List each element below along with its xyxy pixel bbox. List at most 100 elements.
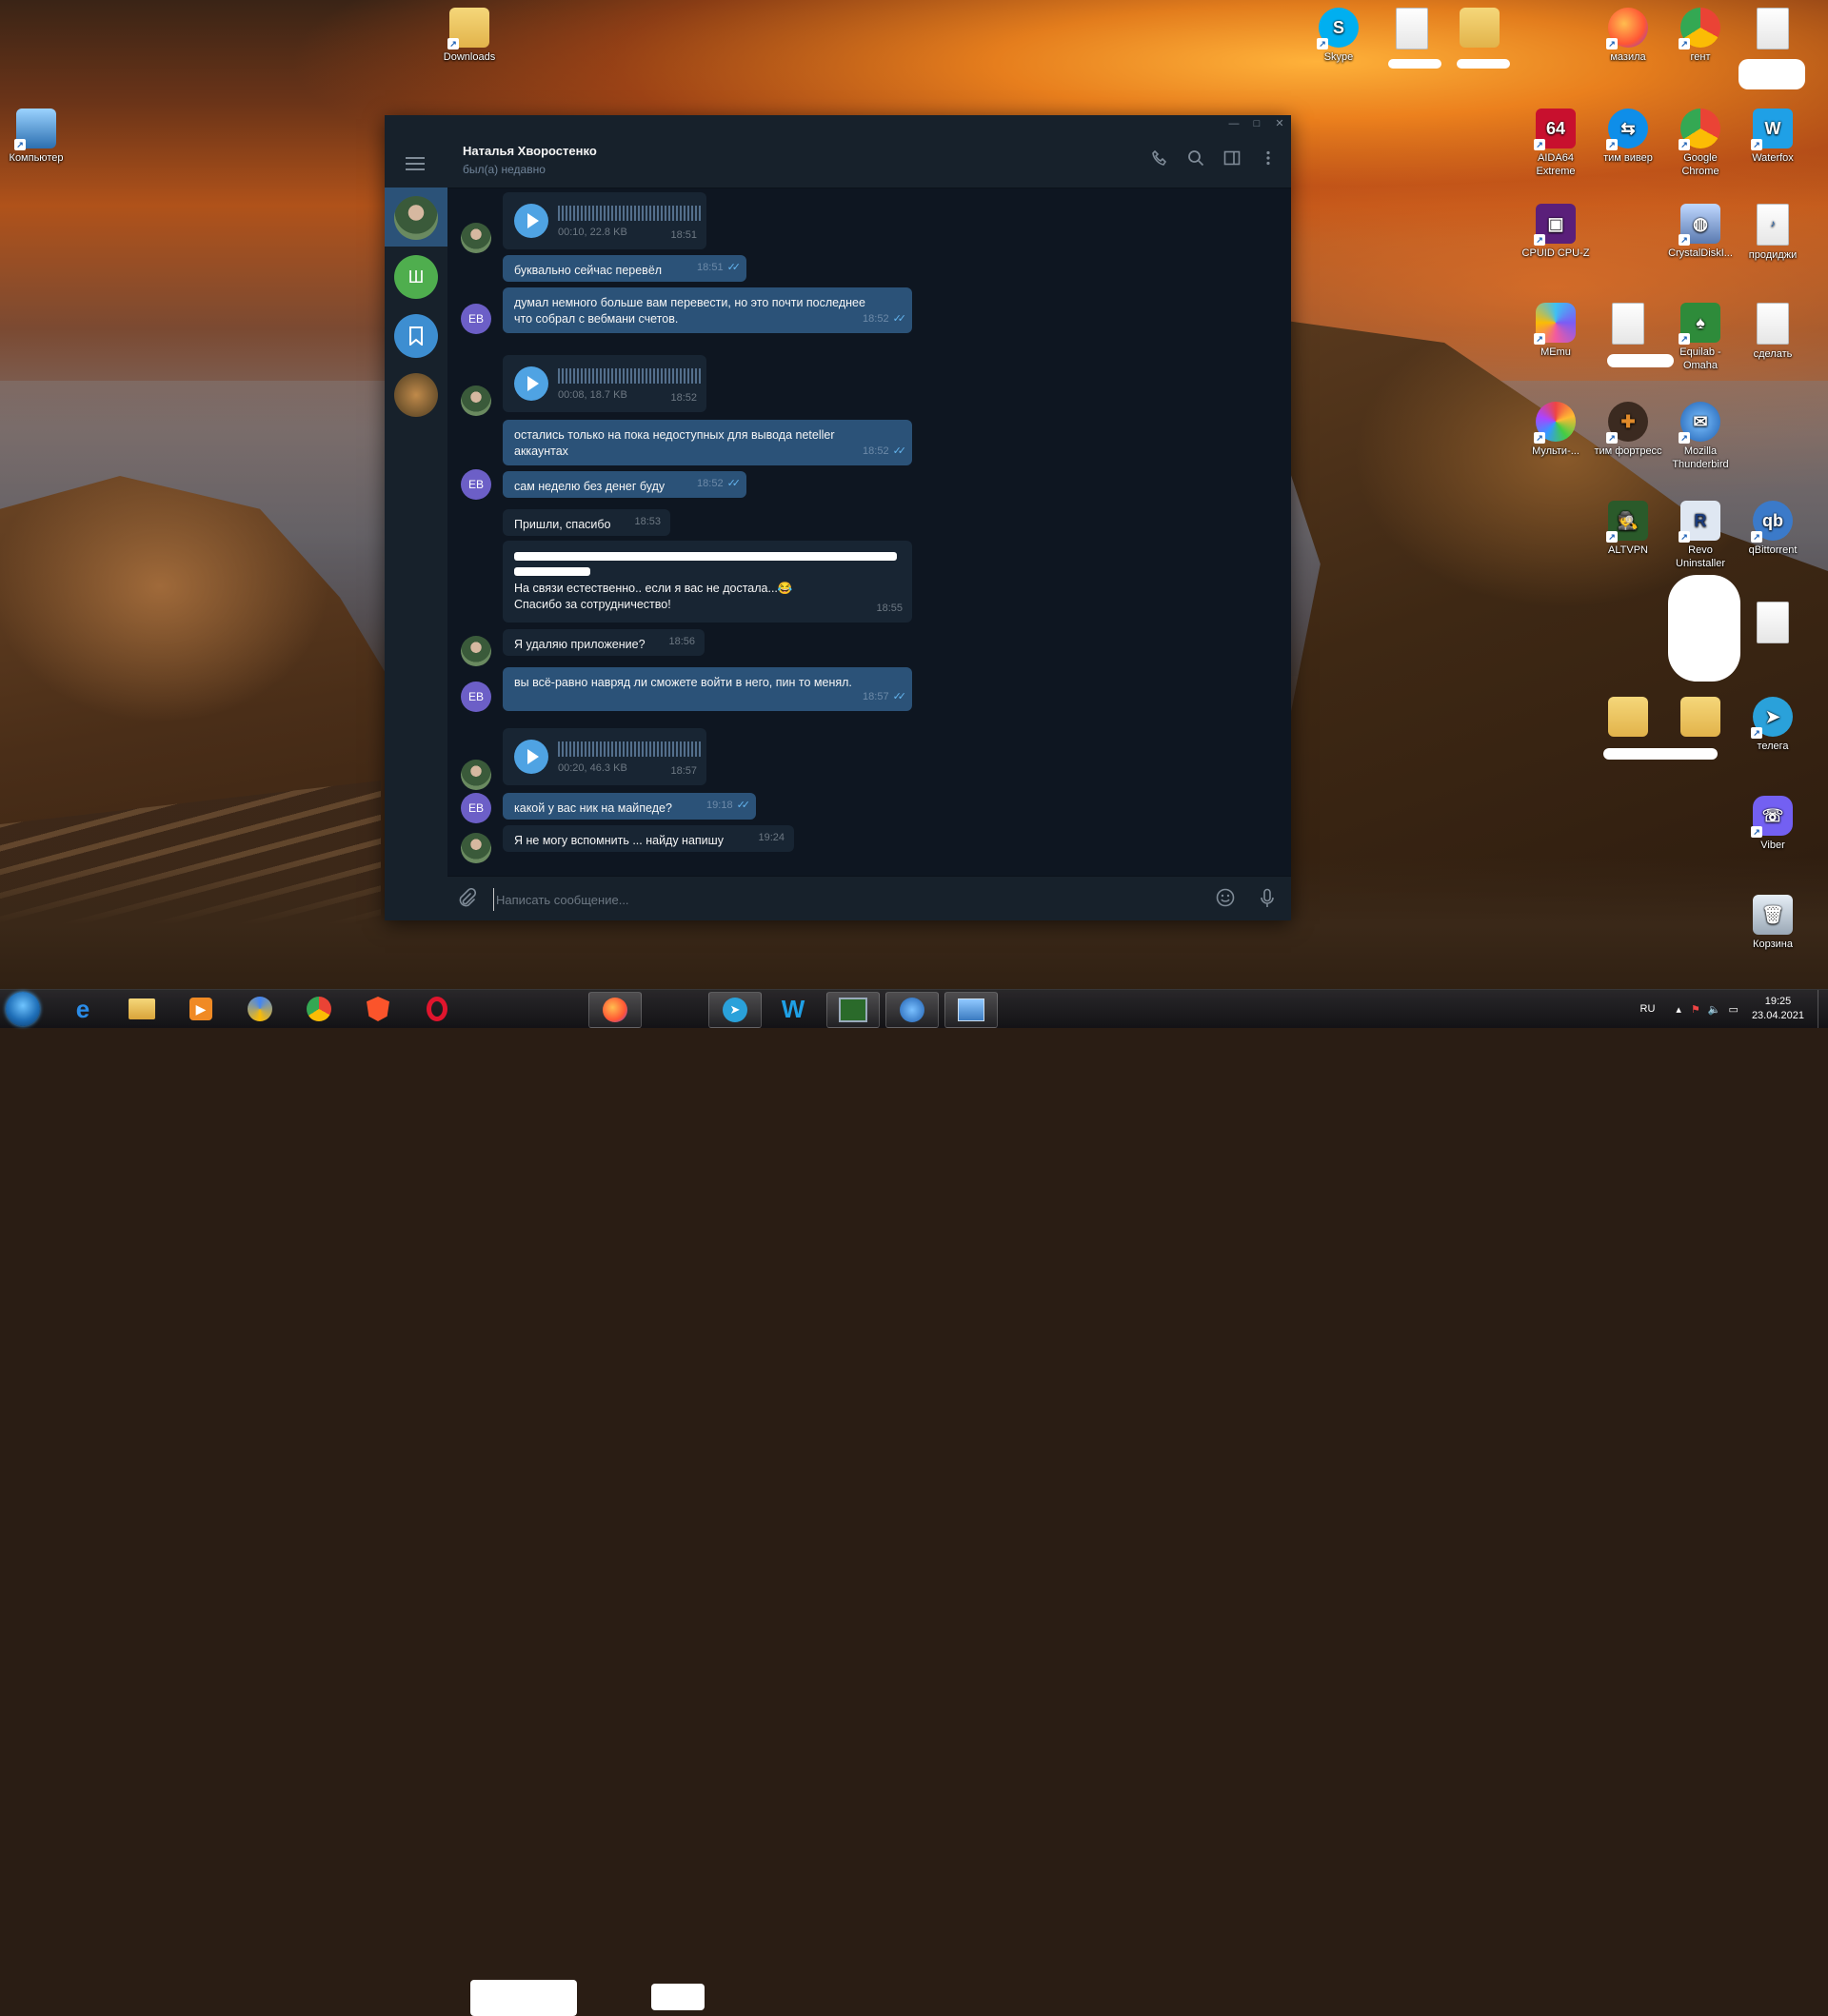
desktop-icon-firefox[interactable]: ↗ мазила: [1592, 8, 1664, 64]
chrome-icon: ↗: [1679, 8, 1720, 49]
waterfox-icon[interactable]: W: [767, 992, 819, 1026]
show-desktop-button[interactable]: [1818, 990, 1828, 1028]
redaction-mark: [514, 567, 590, 576]
desktop-icon-teamviewer[interactable]: ⇆ ↗ тим вивер: [1592, 109, 1664, 165]
message-bubble[interactable]: буквально сейчас перевёл 18:51 ✓✓: [503, 255, 746, 282]
chrome-canary-icon[interactable]: [234, 992, 286, 1026]
search-icon[interactable]: [1186, 149, 1205, 168]
desktop-icon-tf2[interactable]: ✚ ↗ тим фортресс: [1592, 402, 1664, 458]
message-bubble[interactable]: На связи естественно.. если я вас не дос…: [503, 541, 912, 623]
desktop-icon-altvpn[interactable]: 🕵 ↗ ALTVPN: [1592, 501, 1664, 557]
firefox-icon[interactable]: [588, 992, 642, 1028]
sidebar-toggle-icon[interactable]: [1222, 149, 1242, 168]
hamburger-menu-icon[interactable]: [406, 157, 425, 170]
language-indicator[interactable]: RU: [1640, 1003, 1656, 1015]
desktop-icon-telega[interactable]: ➤ ↗ телега: [1737, 697, 1809, 753]
attach-icon[interactable]: [457, 887, 478, 909]
thunderbird-icon[interactable]: [885, 992, 939, 1028]
desktop-icon-folder-2[interactable]: [1592, 697, 1664, 740]
telegram-icon[interactable]: ➤: [708, 992, 762, 1028]
desktop-icon-file-3[interactable]: [1592, 303, 1664, 347]
desktop-icon-revo[interactable]: R ↗ Revo Uninstaller: [1664, 501, 1737, 570]
action-center-icon[interactable]: ⚑: [1691, 1003, 1700, 1016]
waveform[interactable]: [558, 741, 701, 757]
desktop-icon-file-2[interactable]: [1737, 8, 1809, 52]
sidebar-chat-2[interactable]: Ш: [385, 247, 447, 306]
message-bubble[interactable]: какой у вас ник на майпеде? 19:18 ✓✓: [503, 793, 756, 820]
mp3-icon: ♪: [1757, 204, 1789, 246]
desktop-icon-file-4[interactable]: [1737, 602, 1809, 646]
brave-icon[interactable]: [352, 992, 404, 1026]
microphone-icon[interactable]: [1257, 888, 1278, 909]
contact-name[interactable]: Наталья Хворостенко: [463, 144, 597, 158]
desktop-icon-gent[interactable]: ↗ гент: [1664, 8, 1737, 64]
message-bubble[interactable]: вы всё-равно навряд ли сможете войти в н…: [503, 667, 912, 711]
phone-icon[interactable]: [1150, 149, 1169, 168]
network-icon[interactable]: ▭: [1729, 1003, 1739, 1016]
media-player-icon[interactable]: ▶: [175, 992, 227, 1026]
desktop-icon-folder-1[interactable]: [1443, 8, 1516, 50]
ie-icon[interactable]: e: [57, 992, 109, 1026]
desktop-icon-viber[interactable]: ☏ ↗ Viber: [1737, 796, 1809, 852]
sidebar-chat-4[interactable]: [385, 365, 447, 424]
play-button[interactable]: [514, 366, 548, 401]
desktop-icon-folder-3[interactable]: [1664, 697, 1737, 740]
desktop-icon-memu[interactable]: ↗ MEmu: [1520, 303, 1592, 359]
redaction-mark: [514, 552, 897, 561]
message-bubble[interactable]: Пришли, спасибо 18:53: [503, 509, 670, 536]
message-bubble[interactable]: остались только на пока недоступных для …: [503, 420, 912, 465]
play-button[interactable]: [514, 204, 548, 238]
desktop-icon-computer[interactable]: ↗ Компьютер: [0, 109, 72, 165]
desktop-icon-recycle-bin[interactable]: 🗑 Корзина: [1737, 895, 1809, 951]
taskbar: e ▶ ➤ W RU ▴ ⚑ 🔈 ▭ 19:25 23.04.2021: [0, 989, 1828, 2016]
message-bubble[interactable]: думал немного больше вам перевести, но э…: [503, 287, 912, 333]
volume-icon[interactable]: 🔈: [1708, 1003, 1721, 1016]
voice-message[interactable]: 00:08, 18.7 KB 18:52: [503, 355, 706, 412]
opera-icon[interactable]: [411, 992, 463, 1026]
sidebar-chat-saved[interactable]: [385, 306, 447, 365]
waveform[interactable]: [558, 206, 701, 221]
desktop-icon-aida64[interactable]: 64 ↗ AIDA64 Extreme: [1520, 109, 1592, 178]
desktop-icon-qbittorrent[interactable]: qb ↗ qBittorrent: [1737, 501, 1809, 557]
task-manager-icon[interactable]: [826, 992, 880, 1028]
desktop-icon-sdelat[interactable]: сделать: [1737, 303, 1809, 361]
cpuz-icon: ▣ ↗: [1534, 204, 1576, 246]
start-button[interactable]: [6, 992, 40, 1026]
message-bubble[interactable]: Я удаляю приложение? 18:56: [503, 629, 705, 656]
qbittorrent-icon: qb ↗: [1751, 501, 1793, 543]
voice-message[interactable]: 00:10, 22.8 KB 18:51: [503, 192, 706, 249]
minimize-button[interactable]: —: [1222, 115, 1245, 132]
desktop-icon-thunderbird[interactable]: ✉ ↗ Mozilla Thunderbird: [1664, 402, 1737, 471]
desktop-icon-cpuz[interactable]: ▣ ↗ CPUID CPU-Z: [1520, 204, 1592, 260]
image-viewer-icon[interactable]: [944, 992, 998, 1028]
emoji-icon[interactable]: [1215, 888, 1236, 909]
explorer-icon[interactable]: [116, 992, 168, 1026]
message-input[interactable]: [493, 888, 1031, 911]
teamviewer-icon: ⇆ ↗: [1606, 109, 1648, 150]
desktop-icon-mp3[interactable]: ♪ продиджи: [1737, 204, 1809, 262]
desktop-icon-google-chrome[interactable]: ↗ Google Chrome: [1664, 109, 1737, 178]
more-options-icon[interactable]: [1259, 149, 1278, 168]
play-button[interactable]: [514, 740, 548, 774]
clock[interactable]: 19:25 23.04.2021: [1752, 995, 1804, 1023]
maximize-button[interactable]: □: [1245, 115, 1268, 132]
desktop-icon-crystaldisk[interactable]: ◍ ↗ CrystalDiskI...: [1664, 204, 1737, 260]
desktop-icon-downloads[interactable]: ↗ Downloads: [433, 8, 506, 64]
avatar: [461, 833, 491, 863]
folder-icon: [1680, 697, 1720, 737]
message-bubble[interactable]: Я не могу вспомнить ... найду напишу 19:…: [503, 825, 794, 852]
desktop-icon-skype[interactable]: S ↗ Skype: [1302, 8, 1375, 64]
desktop-icon-file-1[interactable]: [1376, 8, 1448, 52]
chrome-icon[interactable]: [293, 992, 345, 1026]
waveform[interactable]: [558, 368, 701, 384]
desktop-icon-multi[interactable]: ↗ Мульти-...: [1520, 402, 1592, 458]
close-button[interactable]: ✕: [1268, 115, 1291, 132]
sidebar-chat-1[interactable]: [385, 188, 447, 247]
document-icon: [1396, 8, 1428, 49]
desktop-icon-equilab[interactable]: ♠ ↗ Equilab - Omaha: [1664, 303, 1737, 372]
show-hidden-icons-icon[interactable]: ▴: [1676, 1003, 1681, 1016]
voice-message[interactable]: 00:20, 46.3 KB 18:57: [503, 728, 706, 785]
message-bubble[interactable]: сам неделю без денег буду 18:52 ✓✓: [503, 471, 746, 498]
message-list[interactable]: 00:10, 22.8 KB 18:51 буквально сейчас пе…: [447, 188, 1291, 877]
desktop-icon-waterfox[interactable]: W ↗ Waterfox: [1737, 109, 1809, 165]
